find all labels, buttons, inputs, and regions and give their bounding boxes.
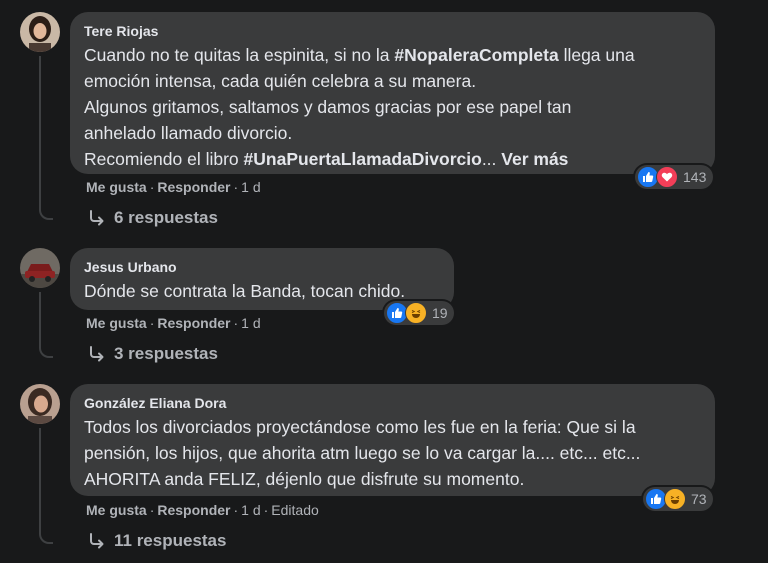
reaction-summary[interactable]: 19 (384, 301, 454, 325)
thread-hook (39, 524, 53, 544)
replies-label: 11 respuestas (114, 531, 227, 550)
comment-author[interactable]: González Eliana Dora (84, 394, 701, 412)
hashtag-link[interactable]: #NopaleraCompleta (394, 45, 558, 65)
see-more-link[interactable]: Ver más (501, 149, 568, 169)
avatar[interactable] (20, 384, 60, 424)
comment-time[interactable]: 1 d (241, 179, 260, 195)
view-replies-button[interactable]: 11 respuestas (88, 531, 226, 551)
haha-icon (405, 302, 427, 324)
comment-text: Todos los divorciados proyectándose como… (84, 417, 641, 489)
thread-line (39, 428, 41, 528)
reply-button[interactable]: Responder (157, 502, 230, 518)
comment-actions: Me gusta · Responder · 1 d · Editado (86, 502, 319, 518)
reply-arrow-icon (90, 533, 104, 549)
comment-time[interactable]: 1 d (241, 502, 260, 518)
hashtag-link[interactable]: #UnaPuertaLlamadaDivorcio (244, 149, 482, 169)
thread-line (39, 56, 41, 206)
reply-button[interactable]: Responder (157, 315, 230, 331)
comment-actions: Me gusta · Responder · 1 d (86, 179, 261, 195)
like-button[interactable]: Me gusta (86, 502, 147, 518)
comment-time[interactable]: 1 d (241, 315, 260, 331)
reaction-count: 143 (683, 169, 707, 185)
reply-arrow-icon (90, 346, 104, 362)
comment-actions: Me gusta · Responder · 1 d (86, 315, 261, 331)
thread-hook (39, 338, 53, 358)
love-icon (656, 166, 678, 188)
comment-text: Dónde se contrata la Banda, tocan chido. (84, 281, 406, 301)
avatar[interactable] (20, 12, 60, 52)
haha-icon (664, 488, 686, 510)
comment-bubble: González Eliana Dora Todos los divorciad… (70, 384, 715, 496)
thread-line (39, 292, 41, 342)
like-button[interactable]: Me gusta (86, 315, 147, 331)
view-replies-button[interactable]: 6 respuestas (88, 208, 218, 228)
reply-arrow-icon (90, 210, 104, 226)
comment-bubble: Tere Riojas Cuando no te quitas la espin… (70, 12, 715, 174)
reply-button[interactable]: Responder (157, 179, 230, 195)
edited-label[interactable]: Editado (271, 502, 318, 518)
comment-author[interactable]: Tere Riojas (84, 22, 701, 40)
replies-label: 6 respuestas (114, 208, 218, 227)
comment-author[interactable]: Jesus Urbano (84, 258, 440, 276)
reaction-summary[interactable]: 143 (635, 165, 713, 189)
view-replies-button[interactable]: 3 respuestas (88, 344, 218, 364)
thread-hook (39, 200, 53, 220)
comment-text: Cuando no te quitas la espinita, si no l… (84, 45, 635, 169)
avatar[interactable] (20, 248, 60, 288)
reaction-count: 73 (691, 491, 707, 507)
reaction-summary[interactable]: 73 (643, 487, 713, 511)
like-button[interactable]: Me gusta (86, 179, 147, 195)
reaction-count: 19 (432, 305, 448, 321)
replies-label: 3 respuestas (114, 344, 218, 363)
